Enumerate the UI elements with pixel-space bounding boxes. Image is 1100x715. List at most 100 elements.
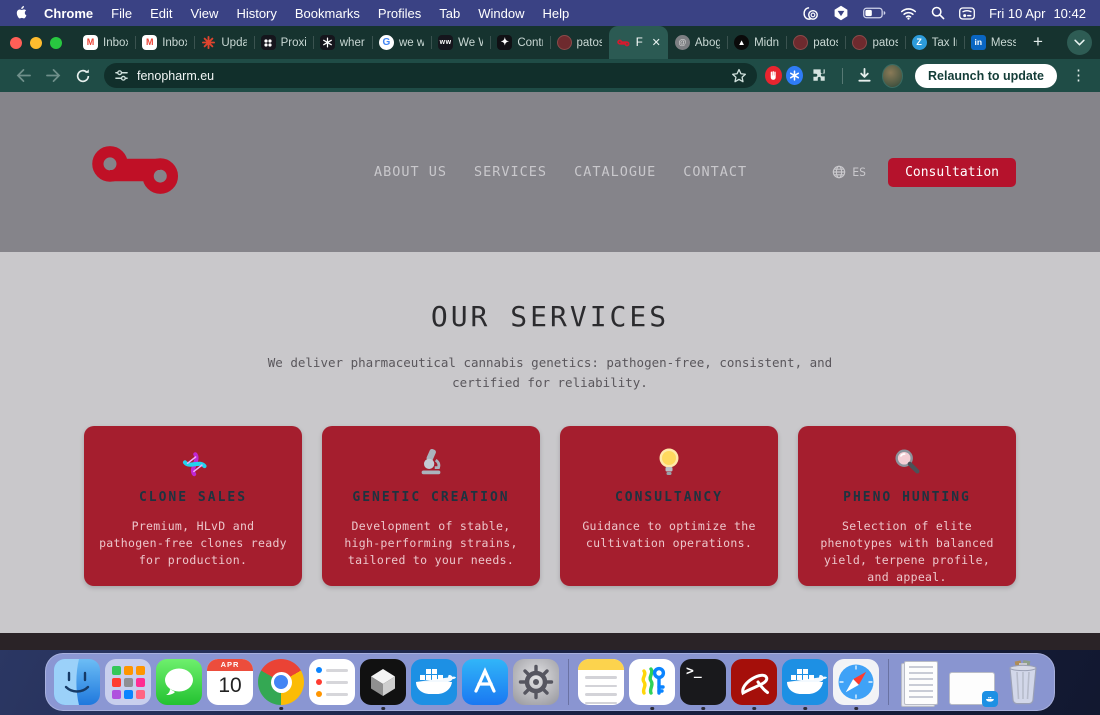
app-badge-icon[interactable] — [802, 6, 819, 21]
tab-abog[interactable]: @ Abog — [668, 26, 727, 59]
system-settings-icon[interactable] — [513, 659, 559, 705]
card-pheno-hunting[interactable]: PHENO HUNTING Selection of elite phenoty… — [798, 426, 1016, 586]
docker-icon[interactable] — [782, 659, 828, 710]
blue-gear-extension-icon[interactable] — [785, 66, 803, 85]
globe-icon — [832, 165, 846, 179]
control-center-icon[interactable] — [959, 6, 976, 20]
chrome-icon[interactable] — [258, 659, 304, 710]
menubar-app-name[interactable]: Chrome — [44, 6, 93, 21]
tab-mess[interactable]: in Mess — [963, 26, 1023, 59]
reload-button[interactable] — [70, 63, 96, 89]
language-label: ES — [852, 165, 867, 179]
menu-edit[interactable]: Edit — [150, 6, 172, 21]
tab-fenopharm-active[interactable]: F ✕ — [608, 26, 668, 59]
tab-we-w2[interactable]: wwWe W — [431, 26, 490, 59]
tab-inbox-1[interactable]: MInbox — [76, 26, 135, 59]
reminders-icon[interactable] — [309, 659, 355, 705]
tab-patos-1[interactable]: patos — [549, 26, 609, 59]
window-thumbnail-icon[interactable] — [949, 659, 998, 707]
shield-hexagon-icon[interactable] — [833, 5, 849, 21]
minimize-window-button[interactable] — [30, 36, 42, 49]
card-genetic-creation[interactable]: GENETIC CREATION Development of stable, … — [322, 426, 540, 586]
finder-icon[interactable] — [54, 659, 100, 705]
reload-icon — [76, 68, 90, 82]
nav-about-us[interactable]: ABOUT US — [374, 164, 447, 180]
wifi-icon[interactable] — [900, 7, 917, 20]
close-tab-icon[interactable]: ✕ — [652, 36, 661, 49]
docker-badge-icon — [982, 691, 998, 707]
notes-icon[interactable] — [578, 659, 624, 705]
card-title: PHENO HUNTING — [843, 490, 971, 505]
adblock-extension-icon[interactable] — [765, 66, 782, 85]
passwords-keys-icon[interactable] — [629, 659, 675, 710]
avatar-red-icon — [556, 35, 572, 50]
apple-menu[interactable] — [14, 5, 28, 21]
forward-button[interactable] — [40, 63, 66, 89]
zoom-window-button[interactable] — [50, 36, 62, 49]
terminal-icon[interactable]: >_ — [680, 659, 726, 710]
menu-history[interactable]: History — [236, 6, 276, 21]
page-title: OUR SERVICES — [430, 300, 670, 333]
tab-inbox-2[interactable]: MInbox — [135, 26, 194, 59]
nav-catalogue[interactable]: CATALOGUE — [574, 164, 656, 180]
tab-we-w1[interactable]: Gwe w — [371, 26, 431, 59]
profile-avatar[interactable] — [881, 63, 903, 88]
menu-tab[interactable]: Tab — [439, 6, 460, 21]
tab-contr[interactable]: ✦Contr — [490, 26, 549, 59]
messages-icon[interactable] — [156, 659, 202, 705]
cube-3d-app-icon[interactable] — [360, 659, 406, 710]
terminal-prompt: >_ — [686, 664, 702, 679]
new-tab-button[interactable]: + — [1023, 32, 1053, 54]
bookmark-star-icon[interactable] — [731, 68, 747, 83]
desktop-wallpaper: APR 10 >_ — [0, 650, 1100, 715]
menu-file[interactable]: File — [111, 6, 132, 21]
fenopharm-logo[interactable] — [84, 144, 188, 201]
battery-icon[interactable] — [863, 7, 886, 19]
dock-divider — [568, 659, 569, 705]
search-icon[interactable] — [931, 6, 945, 20]
running-indicator-dot — [650, 706, 654, 710]
tab-wher[interactable]: wher — [312, 26, 372, 59]
extensions-puzzle-icon[interactable] — [807, 63, 833, 89]
menu-bookmarks[interactable]: Bookmarks — [295, 6, 360, 21]
safari-icon[interactable] — [833, 659, 879, 710]
consultation-button[interactable]: Consultation — [888, 157, 1016, 187]
tab-tax[interactable]: ZTax In — [904, 26, 964, 59]
macos-menubar: Chrome File Edit View History Bookmarks … — [0, 0, 1100, 26]
gmail-icon: M — [142, 35, 158, 50]
site-nav: ABOUT US SERVICES CATALOGUE CONTACT — [374, 164, 747, 180]
docker-icon[interactable] — [411, 659, 457, 705]
url-text[interactable]: fenopharm.eu — [137, 69, 723, 83]
tab-patos-2[interactable]: patos — [786, 26, 845, 59]
trash-icon[interactable] — [1000, 659, 1046, 705]
menu-window[interactable]: Window — [478, 6, 524, 21]
downloads-button[interactable] — [852, 63, 878, 89]
nav-contact[interactable]: CONTACT — [683, 164, 747, 180]
service-cards: CLONE SALES Premium, HLvD and pathogen-f… — [0, 426, 1100, 586]
desktop-screen: Chrome File Edit View History Bookmarks … — [0, 0, 1100, 715]
microscope-icon — [335, 446, 527, 478]
tab-search-chevron-button[interactable] — [1067, 30, 1092, 55]
close-window-button[interactable] — [10, 36, 22, 49]
menubar-clock[interactable]: Fri 10 Apr 10:42 — [989, 6, 1086, 21]
menu-view[interactable]: View — [190, 6, 218, 21]
document-stack-icon[interactable] — [898, 659, 944, 705]
menu-profiles[interactable]: Profiles — [378, 6, 421, 21]
launchpad-icon[interactable] — [105, 659, 151, 705]
acrobat-icon[interactable] — [731, 659, 777, 710]
calendar-icon[interactable]: APR 10 — [207, 659, 253, 705]
tab-midni[interactable]: ▲ Midni — [727, 26, 786, 59]
relaunch-to-update-button[interactable]: Relaunch to update — [915, 63, 1057, 88]
language-switcher[interactable]: ES — [832, 165, 866, 179]
tab-upda[interactable]: Upda — [194, 26, 253, 59]
tab-patos-3[interactable]: patos — [845, 26, 904, 59]
address-bar[interactable]: fenopharm.eu — [104, 63, 758, 88]
nav-services[interactable]: SERVICES — [474, 164, 547, 180]
chrome-menu-kebab-icon[interactable]: ⋮ — [1067, 68, 1090, 83]
back-button[interactable] — [10, 63, 36, 89]
card-consultancy[interactable]: CONSULTANCY Guidance to optimize the cul… — [560, 426, 778, 586]
tab-proxi[interactable]: Proxi — [253, 26, 313, 59]
menu-help[interactable]: Help — [543, 6, 570, 21]
card-clone-sales[interactable]: CLONE SALES Premium, HLvD and pathogen-f… — [84, 426, 302, 586]
app-store-icon[interactable] — [462, 659, 508, 705]
